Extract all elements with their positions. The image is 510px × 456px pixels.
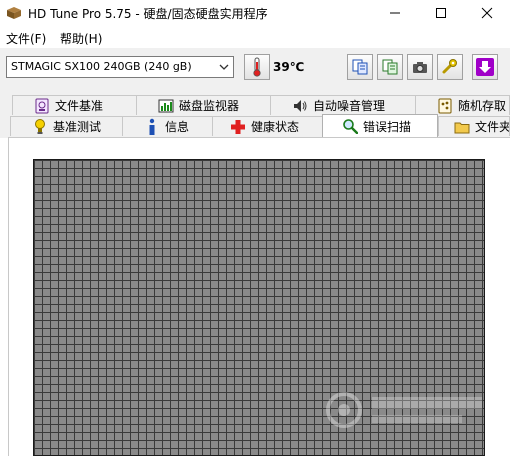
tab-random-access[interactable]: 随机存取 — [415, 95, 510, 115]
copy-info-button[interactable] — [347, 54, 373, 80]
benchmark-icon — [31, 118, 49, 136]
watermark-logo — [322, 385, 492, 435]
tab-error-scan[interactable]: 错误扫描 — [322, 114, 438, 137]
tab-label: 基准测试 — [53, 120, 102, 134]
tab-label: 信息 — [165, 120, 190, 134]
tab-folder[interactable]: 文件夹 — [438, 116, 510, 136]
tab-info[interactable]: 信息 — [122, 116, 222, 136]
wrench-icon — [442, 59, 457, 74]
thermometer-icon — [253, 57, 261, 77]
health-cross-icon — [229, 118, 247, 136]
minimize-button[interactable] — [372, 0, 418, 26]
tab-label: 随机存取 — [458, 99, 507, 113]
tab-label: 文件夹 — [475, 120, 510, 134]
copy-all-button[interactable] — [377, 54, 403, 80]
tab-label: 磁盘监视器 — [179, 99, 240, 113]
minimize-icon — [390, 12, 400, 14]
monitor-chart-icon — [157, 97, 175, 115]
disk-benchmark-icon — [33, 97, 51, 115]
download-arrow-icon — [476, 58, 494, 76]
menu-file[interactable]: 文件(F) — [6, 30, 46, 47]
chevron-down-icon — [218, 60, 230, 74]
info-icon — [143, 118, 161, 136]
maximize-icon — [436, 8, 446, 18]
temperature-button[interactable] — [244, 54, 270, 80]
copy-all-icon — [382, 59, 398, 75]
close-icon — [481, 7, 493, 19]
random-access-icon — [436, 97, 454, 115]
tab-label: 文件基准 — [55, 99, 104, 113]
drive-select[interactable]: STMAGIC SX100 240GB (240 gB) — [6, 56, 234, 78]
drive-select-value: STMAGIC SX100 240GB (240 gB) — [11, 60, 192, 73]
options-button[interactable] — [437, 54, 463, 80]
tab-label: 错误扫描 — [363, 119, 412, 134]
magnifier-icon — [341, 117, 359, 135]
maximize-button[interactable] — [418, 0, 464, 26]
screenshot-button[interactable] — [407, 54, 433, 80]
hdtune-app-icon — [6, 6, 22, 20]
tab-label: 自动噪音管理 — [313, 99, 386, 113]
window-title: HD Tune Pro 5.75 - 硬盘/固态硬盘实用程序 — [28, 7, 268, 21]
menu-help[interactable]: 帮助(H) — [60, 30, 102, 47]
camera-icon — [413, 62, 427, 73]
speaker-icon — [291, 97, 309, 115]
tab-label: 健康状态 — [251, 120, 300, 134]
copy-icon — [352, 59, 368, 75]
close-button[interactable] — [464, 0, 510, 26]
folder-icon — [453, 118, 471, 136]
temperature-readout: 39℃ — [273, 60, 305, 74]
tab-benchmark[interactable]: 基准测试 — [10, 116, 128, 136]
exit-button[interactable] — [472, 54, 498, 80]
tab-health[interactable]: 健康状态 — [212, 116, 324, 136]
